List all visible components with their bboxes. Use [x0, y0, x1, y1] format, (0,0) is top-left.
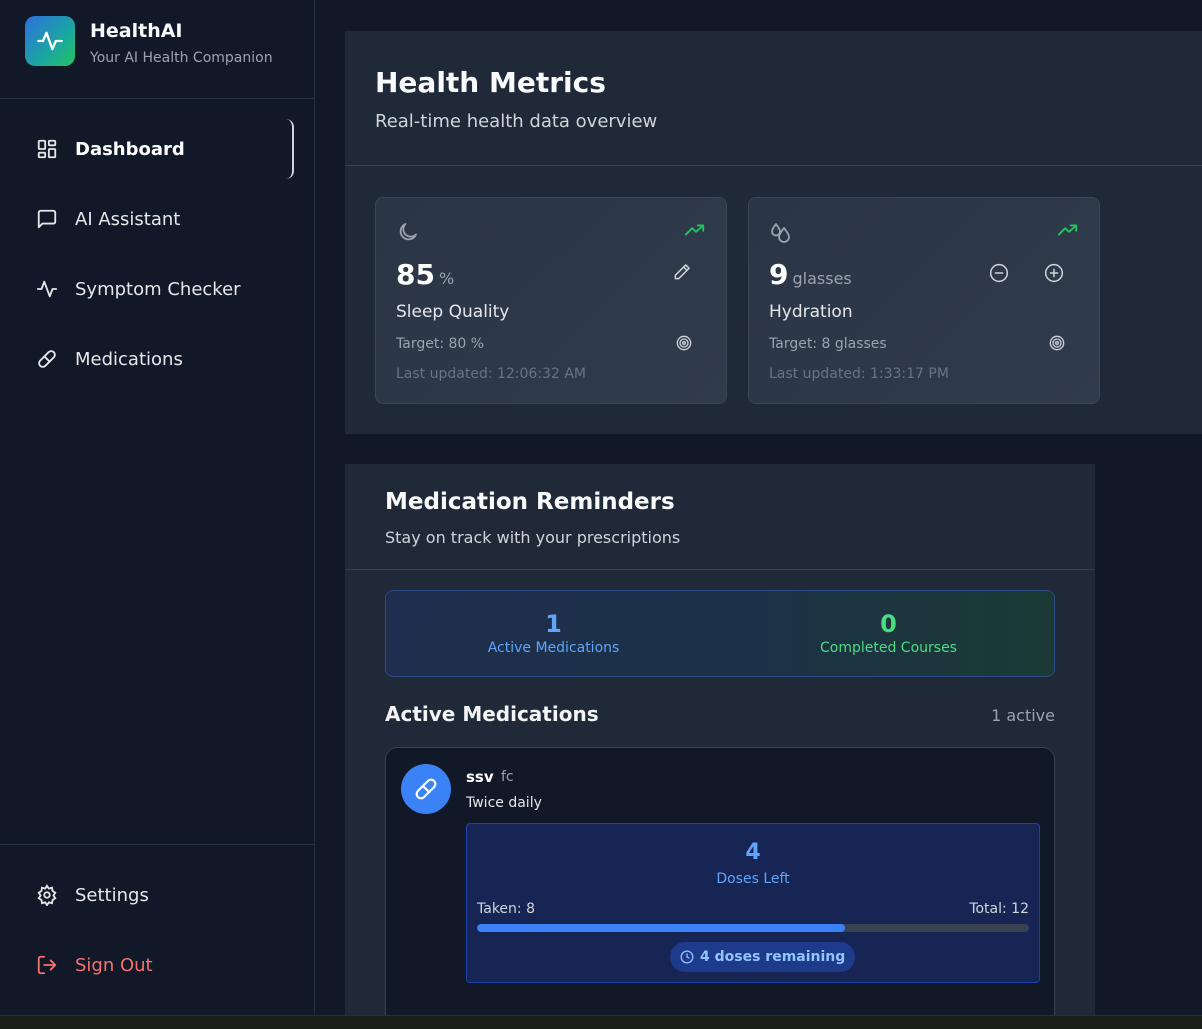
- sign-out-label: Sign Out: [75, 954, 153, 976]
- logo-icon: [25, 16, 75, 66]
- medication-reminders-panel: Medication Reminders Stay on track with …: [345, 464, 1095, 1015]
- active-count: 1 active: [991, 706, 1055, 725]
- dose-progress-bar: [477, 924, 1029, 932]
- activity-icon: [35, 277, 59, 301]
- metric-updated: Last updated: 1:33:17 PM: [769, 366, 949, 382]
- edit-button[interactable]: [672, 262, 692, 286]
- brand-name: HealthAI: [90, 20, 183, 42]
- active-medications-heading: Active Medications: [385, 702, 599, 726]
- trending-up-icon: [684, 222, 706, 242]
- doses-remaining-text: 4 doses remaining: [700, 949, 846, 965]
- medication-frequency: Twice daily: [466, 795, 542, 811]
- droplets-icon: [769, 220, 793, 248]
- increment-button[interactable]: [1044, 263, 1064, 287]
- trending-up-icon: [1057, 222, 1079, 242]
- metric-value: 85%: [396, 258, 455, 291]
- sidebar-item-label: Dashboard: [75, 138, 185, 160]
- brand-header: HealthAI Your AI Health Companion: [0, 0, 314, 99]
- clock-icon: [680, 950, 694, 964]
- sleep-quality-card: 85% Sleep Quality Target: 80 % Last upda…: [375, 197, 727, 404]
- sidebar-item-medications[interactable]: Medications: [20, 329, 294, 389]
- target-icon: [676, 335, 692, 355]
- doses-panel: 4 Doses Left Taken: 8 Total: 12 4 doses …: [466, 823, 1040, 983]
- stat-value: 1: [545, 610, 562, 638]
- settings-label: Settings: [75, 884, 149, 906]
- active-medications-stat: 1 Active Medications: [386, 591, 721, 676]
- decrement-button[interactable]: [989, 263, 1009, 287]
- pill-icon: [35, 347, 59, 371]
- doses-remaining-badge: 4 doses remaining: [670, 942, 856, 972]
- doses-total: Total: 12: [969, 901, 1029, 917]
- metric-value: 9 glasses: [769, 258, 852, 291]
- page-title: Health Metrics: [375, 66, 606, 99]
- chat-icon: [35, 207, 59, 231]
- metric-label: Hydration: [769, 302, 853, 322]
- doses-taken: Taken: 8: [477, 901, 535, 917]
- stat-label: Completed Courses: [820, 640, 957, 656]
- metric-target: Target: 8 glasses: [769, 336, 887, 352]
- divider: [345, 165, 1202, 166]
- divider: [345, 569, 1095, 570]
- metric-updated: Last updated: 12:06:32 AM: [396, 366, 586, 382]
- metric-unit: glasses: [792, 269, 852, 288]
- plus-circle-icon: [1044, 263, 1064, 283]
- sign-out-button[interactable]: Sign Out: [20, 935, 294, 995]
- sidebar-item-label: Medications: [75, 348, 183, 370]
- doses-left-value: 4: [745, 840, 761, 865]
- section-title: Medication Reminders: [385, 489, 675, 515]
- page-subtitle: Real-time health data overview: [375, 111, 658, 132]
- pill-icon: [401, 764, 451, 814]
- moon-icon: [396, 220, 420, 248]
- pencil-icon: [674, 264, 690, 280]
- hydration-card: 9 glasses Hydration Target: 8 glasses Las…: [748, 197, 1100, 404]
- logout-icon: [35, 953, 59, 977]
- sidebar-item-dashboard[interactable]: Dashboard: [20, 119, 294, 179]
- doses-left-label: Doses Left: [716, 871, 790, 887]
- medication-card[interactable]: ssv fc Twice daily 4 Doses Left Taken: 8…: [385, 747, 1055, 1015]
- medication-stats: 1 Active Medications 0 Completed Courses: [385, 590, 1055, 677]
- os-taskbar: [0, 1015, 1202, 1029]
- health-metrics-panel: Health Metrics Real-time health data ove…: [345, 31, 1202, 434]
- sidebar-item-label: Symptom Checker: [75, 278, 241, 300]
- completed-courses-stat: 0 Completed Courses: [721, 591, 1056, 676]
- medication-name: ssv: [466, 768, 494, 786]
- target-icon: [1049, 335, 1065, 355]
- section-subtitle: Stay on track with your prescriptions: [385, 528, 681, 547]
- metric-target: Target: 80 %: [396, 336, 485, 352]
- grid-icon: [35, 137, 59, 161]
- stat-value: 0: [880, 610, 897, 638]
- dose-progress-fill: [477, 924, 846, 932]
- settings-button[interactable]: Settings: [20, 865, 294, 925]
- sidebar-item-symptom-checker[interactable]: Symptom Checker: [20, 259, 294, 319]
- sidebar-item-label: AI Assistant: [75, 208, 181, 230]
- sidebar: HealthAI Your AI Health Companion Dashbo…: [0, 0, 315, 1015]
- stat-label: Active Medications: [487, 640, 620, 656]
- metric-unit: %: [438, 269, 455, 288]
- sidebar-divider: [0, 844, 314, 845]
- minus-circle-icon: [989, 263, 1009, 283]
- metric-label: Sleep Quality: [396, 302, 510, 322]
- medication-dosage: fc: [501, 769, 514, 785]
- sidebar-item-ai-assistant[interactable]: AI Assistant: [20, 189, 294, 249]
- brand-tagline: Your AI Health Companion: [90, 50, 273, 66]
- gear-icon: [35, 883, 59, 907]
